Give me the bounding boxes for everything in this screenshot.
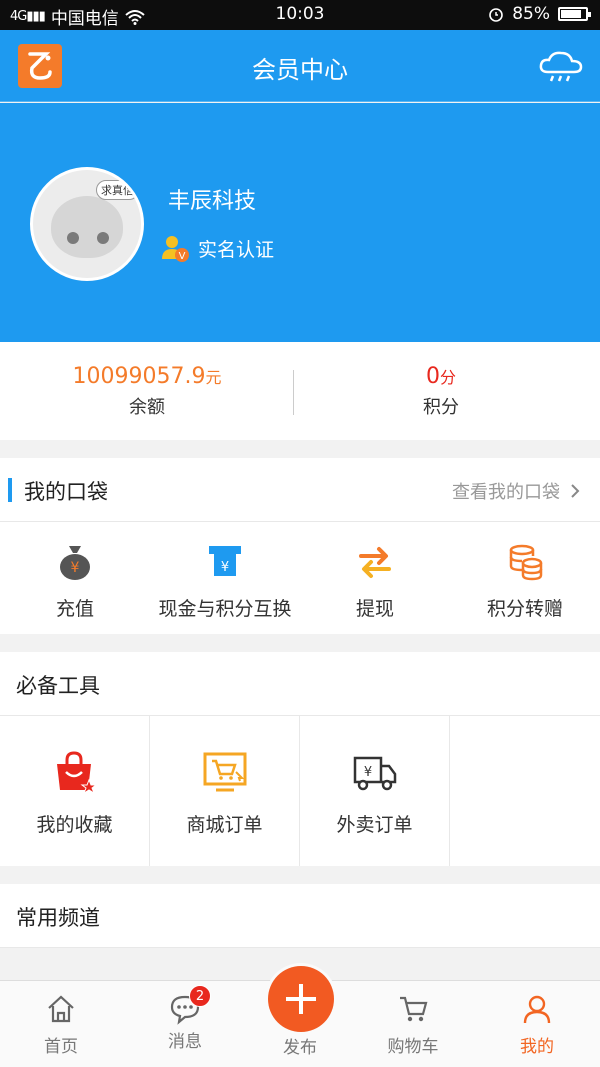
svg-text:¥: ¥ xyxy=(221,560,229,575)
tools-grid: 我的收藏 商城订单 ¥ 外卖订单 xyxy=(0,716,600,866)
tab-cart[interactable]: 购物车 xyxy=(363,993,463,1057)
company-name: 丰辰科技 xyxy=(168,189,257,214)
svg-text:¥: ¥ xyxy=(363,765,371,780)
home-icon xyxy=(48,995,74,1023)
transfer-arrows-icon xyxy=(359,547,391,578)
exchange-icon: ¥ xyxy=(209,546,241,576)
pocket-item-label: 充值 xyxy=(55,598,94,620)
pocket-item-label: 积分转赠 xyxy=(486,598,563,620)
publish-button[interactable] xyxy=(268,966,334,1032)
svg-text:¥: ¥ xyxy=(71,560,80,576)
verify-status[interactable]: V 实名认证 xyxy=(160,233,274,263)
balance-amount[interactable]: 10099057.9元 余额 xyxy=(0,364,294,419)
svg-text:V: V xyxy=(179,251,186,262)
pocket-section: 我的口袋 查看我的口袋 ¥ 充值 ¥ 现金与积分互换 提现 积分转赠 xyxy=(0,458,600,634)
tools-header: 必备工具 xyxy=(0,652,600,716)
amount-number: 10099057.9 xyxy=(72,364,206,389)
pocket-title: 我的口袋 xyxy=(24,480,108,504)
cloud-icon[interactable] xyxy=(538,50,584,84)
channels-title: 常用频道 xyxy=(16,906,100,930)
tool-label: 商城订单 xyxy=(186,814,263,836)
tab-label: 购物车 xyxy=(387,1037,439,1057)
tab-label: 我的 xyxy=(520,1037,554,1057)
battery-icon xyxy=(558,7,591,21)
avatar-eye-right xyxy=(97,232,109,244)
message-badge: 2 xyxy=(189,985,211,1007)
points-number: 0 xyxy=(425,364,440,389)
tab-home[interactable]: 首页 xyxy=(11,993,111,1057)
message-icon-wrap: 2 xyxy=(169,985,211,1025)
verified-user-icon: V xyxy=(162,236,189,262)
balance-points-value: 0分 xyxy=(294,364,588,389)
balance-amount-value: 10099057.9元 xyxy=(0,364,294,389)
channels-section: 常用频道 xyxy=(0,884,600,948)
balance-amount-label: 余额 xyxy=(129,397,165,418)
page-title: 会员中心 xyxy=(252,56,348,84)
verify-label: 实名认证 xyxy=(198,238,275,261)
balance-points-label: 积分 xyxy=(423,397,459,418)
tool-takeout-orders[interactable]: ¥ 外卖订单 xyxy=(300,716,450,866)
points-unit: 分 xyxy=(439,368,456,387)
tool-label: 我的收藏 xyxy=(36,814,113,836)
section-accent-bar xyxy=(8,478,12,502)
pocket-item-recharge[interactable]: ¥ 充值 xyxy=(0,522,150,634)
tool-mall-orders[interactable]: 商城订单 xyxy=(150,716,300,866)
chevron-right-icon xyxy=(571,484,580,498)
battery-fill xyxy=(561,10,581,18)
cart-screen-icon xyxy=(203,752,246,792)
tools-title: 必备工具 xyxy=(16,674,100,698)
battery-percent: 85% xyxy=(512,4,550,24)
pocket-item-gift-points[interactable]: 积分转赠 xyxy=(450,522,600,634)
tab-label: 消息 xyxy=(168,1032,202,1052)
pocket-item-withdraw[interactable]: 提现 xyxy=(300,522,450,634)
pocket-items: ¥ 充值 ¥ 现金与积分互换 提现 积分转赠 xyxy=(0,522,600,634)
status-right: 85% xyxy=(488,4,591,24)
balance-panel: 10099057.9元 余额 0分 积分 xyxy=(0,342,600,440)
delivery-truck-icon: ¥ xyxy=(353,756,396,791)
amount-unit: 元 xyxy=(205,368,222,387)
alarm-icon xyxy=(489,8,504,22)
coin-stack-icon xyxy=(509,544,543,581)
pocket-more-link[interactable]: 查看我的口袋 xyxy=(452,478,580,504)
avatar[interactable]: 求真信 xyxy=(30,167,144,281)
app-header: 会员中心 xyxy=(0,30,600,102)
balance-points[interactable]: 0分 积分 xyxy=(294,364,588,419)
money-bag-icon: ¥ xyxy=(60,546,90,580)
cart-icon xyxy=(400,996,428,1022)
tab-mine[interactable]: 我的 xyxy=(487,993,587,1057)
pocket-item-label: 现金与积分互换 xyxy=(158,598,292,620)
avatar-eye-left xyxy=(67,232,79,244)
pocket-item-label: 提现 xyxy=(355,598,394,620)
user-icon xyxy=(523,995,551,1024)
tool-label: 外卖订单 xyxy=(336,814,413,836)
pocket-item-exchange[interactable]: ¥ 现金与积分互换 xyxy=(150,522,300,634)
tools-section: 必备工具 我的收藏 商城订单 ¥ 外卖订单 xyxy=(0,652,600,866)
avatar-bubble: 求真信 xyxy=(96,180,139,200)
tool-empty-slot xyxy=(450,716,600,866)
pocket-more-label: 查看我的口袋 xyxy=(452,482,560,503)
tab-messages[interactable]: 2 消息 xyxy=(135,985,235,1052)
profile-panel: 求真信 丰辰科技 V 实名认证 xyxy=(0,103,600,342)
tool-my-favorites[interactable]: 我的收藏 xyxy=(0,716,150,866)
status-bar: 4G▮▮▮ 中国电信 10:03 85% xyxy=(0,0,600,30)
pocket-header: 我的口袋 查看我的口袋 xyxy=(0,458,600,522)
avatar-face xyxy=(51,196,123,258)
publish-label: 发布 xyxy=(283,1038,317,1058)
tab-label: 首页 xyxy=(44,1037,78,1057)
favorite-bag-icon xyxy=(56,751,97,795)
